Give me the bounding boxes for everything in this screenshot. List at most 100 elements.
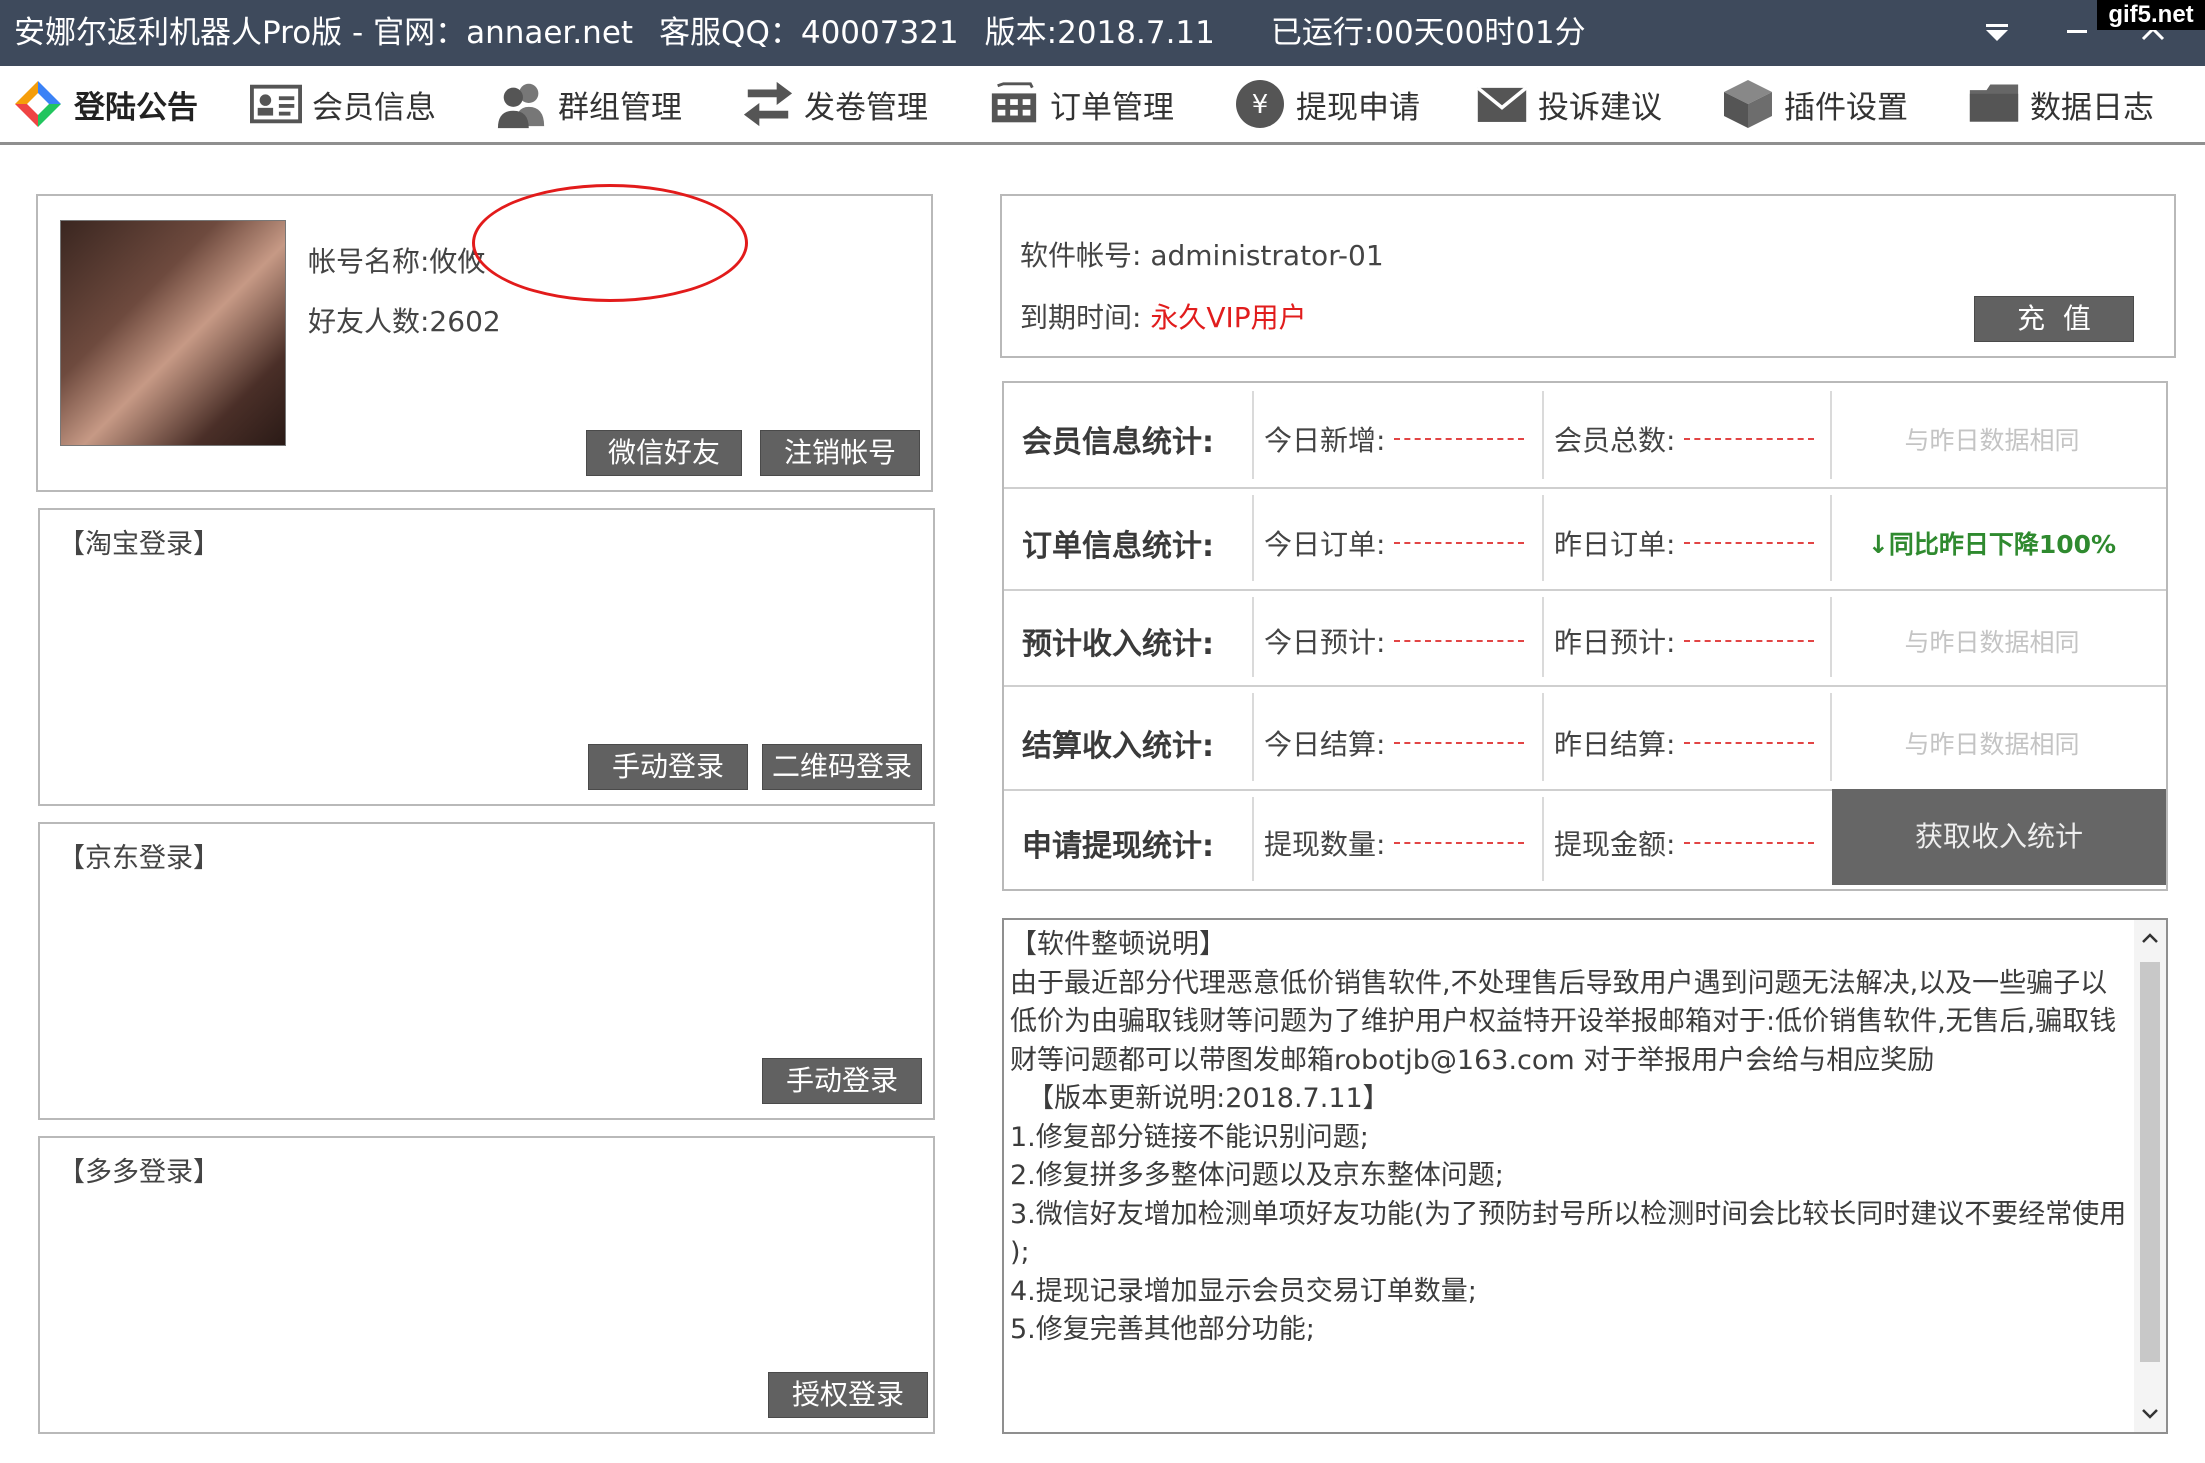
stat-key-today: 今日新增: [1264, 424, 1386, 457]
scroll-down-icon[interactable] [2134, 1398, 2166, 1430]
duoduo-login-panel: 【多多登录】 授权登录 [38, 1136, 935, 1434]
scroll-thumb[interactable] [2140, 962, 2160, 1362]
stat-trend-note: ↓同比昨日下降100% [1867, 530, 2117, 559]
nav-label: 数据日志 [2030, 89, 2154, 126]
nav-label: 订单管理 [1050, 89, 1174, 126]
main-nav: 登陆公告 会员信息 群组管理 发卷管理 订单管理 ¥ 提现申请 投诉建议 插件设… [0, 66, 2205, 145]
yen-coin-icon: ¥ [1234, 78, 1286, 130]
get-income-stats-button[interactable]: 获取收入统计 [1832, 789, 2166, 885]
wechat-friends-button[interactable]: 微信好友 [586, 430, 742, 476]
stat-row-estimated-income: 预计收入统计: 今日预计: 昨日预计: 与昨日数据相同 [1004, 589, 2166, 687]
panel-title: 【多多登录】 [58, 1157, 220, 1188]
folder-icon [1968, 78, 2020, 130]
nav-label: 群组管理 [558, 89, 682, 126]
divider [1542, 797, 1544, 881]
stat-key-count: 提现数量: [1264, 828, 1386, 861]
notice-line: 2.修复拼多多整体问题以及京东整体问题; [1010, 1160, 1504, 1191]
app-name: 安娜尔返利机器人Pro版 - 官网：annaer.net [14, 15, 634, 51]
notice-content: 【软件整顿说明】 由于最近部分代理恶意低价销售软件,不处理售后导致用户遇到问题无… [1010, 926, 2132, 1350]
support-qq: 客服QQ：40007321 [659, 15, 959, 51]
stat-key-yesterday: 昨日预计: [1554, 626, 1676, 659]
panel-title: 【淘宝登录】 [58, 529, 220, 560]
logout-button[interactable]: 注销帐号 [760, 430, 920, 476]
transfer-arrows-icon [742, 78, 794, 130]
nav-data-log[interactable]: 数据日志 [1968, 66, 2154, 142]
nav-coupon-management[interactable]: 发卷管理 [742, 66, 928, 142]
title-bar: 安娜尔返利机器人Pro版 - 官网：annaer.net 客服QQ：4000732… [0, 0, 2205, 66]
stat-label: 申请提现统计: [1022, 829, 1214, 864]
notice-textarea[interactable]: 【软件整顿说明】 由于最近部分代理恶意低价销售软件,不处理售后导致用户遇到问题无… [1002, 918, 2168, 1434]
stats-table: 会员信息统计: 今日新增: 会员总数: 与昨日数据相同 订单信息统计: 今日订单… [1002, 381, 2168, 891]
divider [1830, 391, 1832, 479]
expiry-time: 到期时间: 永久VIP用户 [1020, 296, 1307, 336]
stat-value-empty [1394, 640, 1524, 642]
stat-key-yesterday: 昨日订单: [1554, 528, 1676, 561]
profile-panel: 帐号名称:攸攸 好友人数:2602 微信好友 注销帐号 [36, 194, 933, 492]
nav-plugin-settings[interactable]: 插件设置 [1722, 66, 1908, 142]
nav-label: 登陆公告 [74, 89, 198, 126]
stat-row-withdrawal: 申请提现统计: 提现数量: 提现金额: 获取收入统计 [1004, 789, 2166, 889]
divider [1252, 391, 1254, 479]
nav-label: 插件设置 [1784, 89, 1908, 126]
stat-value-empty [1684, 842, 1814, 844]
stat-value-empty [1394, 842, 1524, 844]
stat-label: 订单信息统计: [1022, 529, 1214, 564]
jd-manual-login-button[interactable]: 手动登录 [762, 1058, 922, 1104]
stat-key-today: 今日订单: [1264, 528, 1386, 561]
stat-key-amount: 提现金额: [1554, 828, 1676, 861]
expiry-value: 永久VIP用户 [1150, 301, 1307, 334]
taobao-manual-login-button[interactable]: 手动登录 [588, 744, 748, 790]
nav-announcement[interactable]: 登陆公告 [12, 66, 198, 142]
nav-label: 发卷管理 [804, 89, 928, 126]
dropdown-icon[interactable] [1972, 0, 2022, 66]
watermark: gif5.net [2097, 0, 2205, 30]
software-account: 软件帐号: administrator-01 [1020, 239, 1384, 272]
shopping-cart-icon [988, 78, 1040, 130]
recharge-button[interactable]: 充 值 [1974, 296, 2134, 342]
taobao-login-panel: 【淘宝登录】 手动登录 二维码登录 [38, 508, 935, 806]
nav-member-info[interactable]: 会员信息 [250, 66, 436, 142]
notice-line: 4.提现记录增加显示会员交易订单数量; [1010, 1275, 1477, 1307]
stat-key-today: 今日预计: [1264, 626, 1386, 659]
account-panel: 软件帐号: administrator-01 到期时间: 永久VIP用户 充 值 [1000, 194, 2176, 358]
window-title: 安娜尔返利机器人Pro版 - 官网：annaer.net 客服QQ：4000732… [14, 0, 1612, 66]
avatar [60, 220, 286, 446]
vertical-scrollbar[interactable] [2134, 920, 2166, 1432]
duoduo-auth-login-button[interactable]: 授权登录 [768, 1372, 928, 1418]
nav-label: 会员信息 [312, 89, 436, 126]
nav-withdrawal[interactable]: ¥ 提现申请 [1234, 66, 1420, 142]
minimize-icon[interactable] [2052, 0, 2102, 66]
runtime-label: 已运行:00天00时01分 [1270, 15, 1586, 51]
notice-line: 5.修复完善其他部分功能; [1010, 1314, 1315, 1345]
version-label: 版本:2018.7.11 [984, 15, 1215, 51]
nav-group-management[interactable]: 群组管理 [496, 66, 682, 142]
scroll-up-icon[interactable] [2134, 922, 2166, 954]
divider [1542, 597, 1544, 677]
expiry-label: 到期时间: [1020, 301, 1151, 334]
stat-value-empty [1684, 542, 1814, 544]
stat-row-members: 会员信息统计: 今日新增: 会员总数: 与昨日数据相同 [1004, 383, 2166, 489]
nav-order-management[interactable]: 订单管理 [988, 66, 1174, 142]
svg-text:¥: ¥ [1252, 90, 1269, 120]
notice-line: 由于最近部分代理恶意低价销售软件,不处理售后导致用户遇到问题无法解决,以及一些骗… [1010, 967, 2108, 999]
taobao-qr-login-button[interactable]: 二维码登录 [762, 744, 922, 790]
friend-count: 好友人数:2602 [308, 305, 501, 338]
stat-comparison-note: 与昨日数据相同 [1904, 426, 2080, 455]
jd-login-panel: 【京东登录】 手动登录 [38, 822, 935, 1120]
divider [1830, 495, 1832, 581]
stat-value-empty [1684, 640, 1814, 642]
announcement-icon [12, 78, 64, 130]
account-name: 帐号名称:攸攸 [308, 245, 486, 278]
stat-key-today: 今日结算: [1264, 728, 1386, 761]
envelope-icon [1476, 78, 1528, 130]
notice-line: ); [1010, 1237, 1030, 1268]
stat-label: 结算收入统计: [1022, 729, 1214, 764]
panel-title: 【京东登录】 [58, 843, 220, 874]
stat-value-empty [1394, 542, 1524, 544]
nav-complaints[interactable]: 投诉建议 [1476, 66, 1662, 142]
stat-key-yesterday: 昨日结算: [1554, 728, 1676, 761]
divider [1542, 693, 1544, 781]
notice-line: 低价为由骗取钱财等问题为了维护用户权益特开设举报邮箱对于:低价销售软件,无售后,… [1010, 1006, 2117, 1037]
nav-label: 投诉建议 [1538, 89, 1662, 126]
group-users-icon [496, 78, 548, 130]
